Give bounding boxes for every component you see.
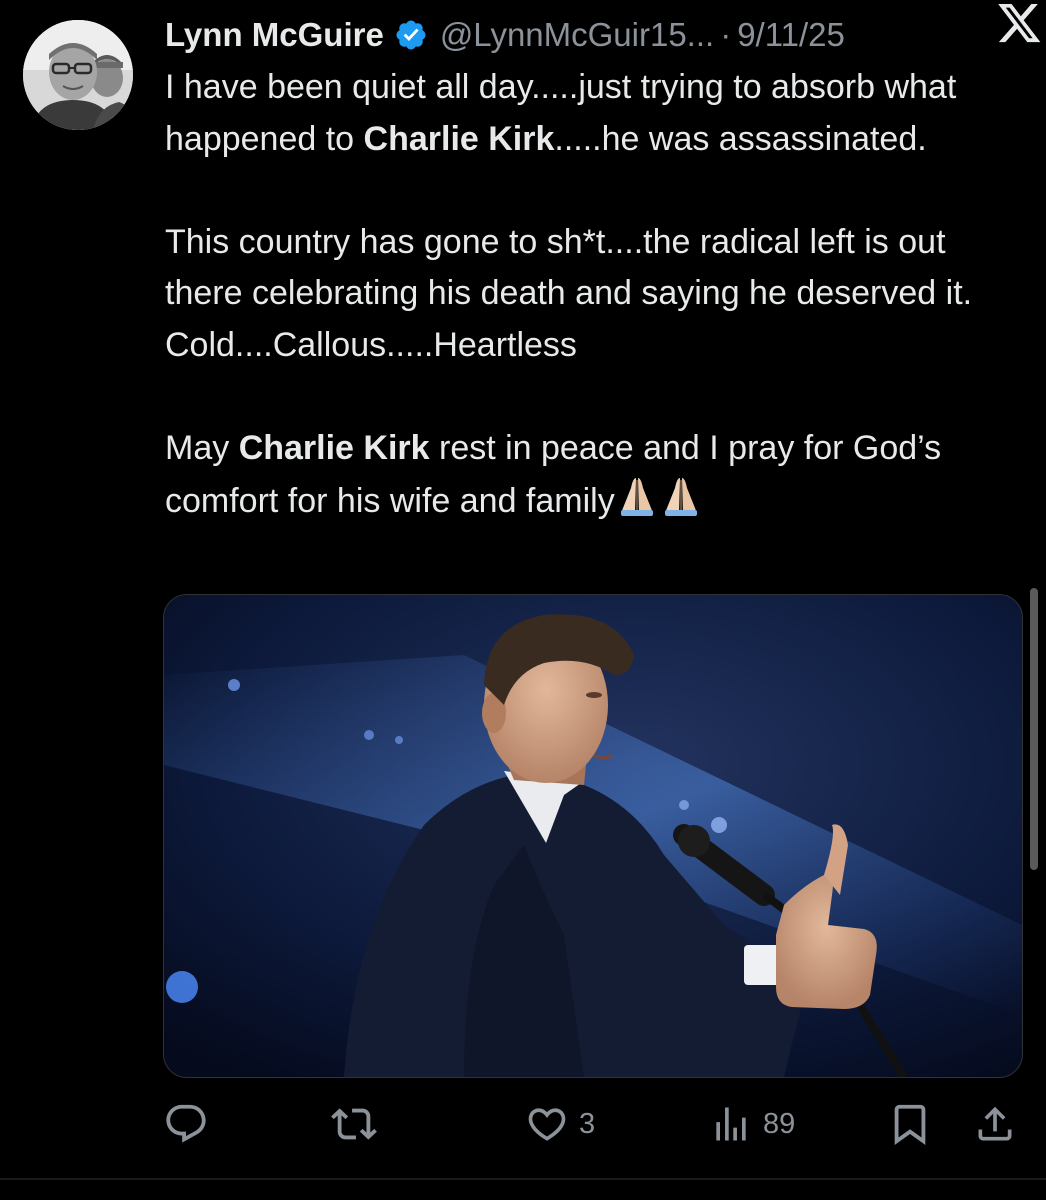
share-icon (973, 1102, 1017, 1146)
mention-charlie-kirk[interactable]: Charlie Kirk (239, 429, 430, 467)
share-button[interactable] (973, 1096, 1017, 1152)
post-photo[interactable] (163, 594, 1023, 1078)
text-segment: .....he was assassinated. (554, 119, 927, 158)
like-button[interactable]: 3 (525, 1096, 595, 1152)
repost-icon (331, 1101, 377, 1147)
action-bar: 3 89 (163, 1096, 1023, 1152)
like-count: 3 (579, 1107, 596, 1140)
separator-dot: · (720, 16, 732, 53)
divider (0, 1178, 1046, 1180)
author-handle[interactable]: @LynnMcGuir15... (440, 16, 714, 54)
heart-icon (525, 1102, 569, 1146)
bookmark-button[interactable] (887, 1096, 933, 1152)
post: Lynn McGuire @LynnMcGuir15... · 9/11/25 … (0, 0, 1046, 1200)
paragraph-3: May Charlie Kirk rest in peace and I pra… (165, 423, 1025, 528)
verified-badge-icon[interactable] (394, 18, 428, 52)
views-icon (709, 1102, 753, 1146)
folded-hands-icon (615, 474, 659, 518)
reply-icon (163, 1101, 209, 1147)
text-segment: May (165, 428, 239, 467)
avatar[interactable] (23, 20, 133, 130)
scrollbar[interactable] (1030, 588, 1038, 870)
post-header: Lynn McGuire @LynnMcGuir15... · 9/11/25 (165, 12, 1025, 58)
post-date[interactable]: 9/11/25 (737, 16, 845, 54)
paragraph-1: I have been quiet all day.....just tryin… (165, 62, 1025, 165)
post-text: I have been quiet all day.....just tryin… (165, 62, 1025, 528)
views-count: 89 (763, 1107, 796, 1140)
reply-button[interactable] (163, 1096, 219, 1152)
display-name[interactable]: Lynn McGuire (165, 16, 384, 54)
x-logo-icon (998, 4, 1042, 44)
bookmark-icon (887, 1101, 933, 1147)
mention-charlie-kirk[interactable]: Charlie Kirk (364, 120, 555, 158)
views-button[interactable]: 89 (709, 1096, 795, 1152)
repost-button[interactable] (331, 1096, 387, 1152)
folded-hands-icon (659, 474, 703, 518)
paragraph-2: This country has gone to sh*t....the rad… (165, 222, 973, 364)
